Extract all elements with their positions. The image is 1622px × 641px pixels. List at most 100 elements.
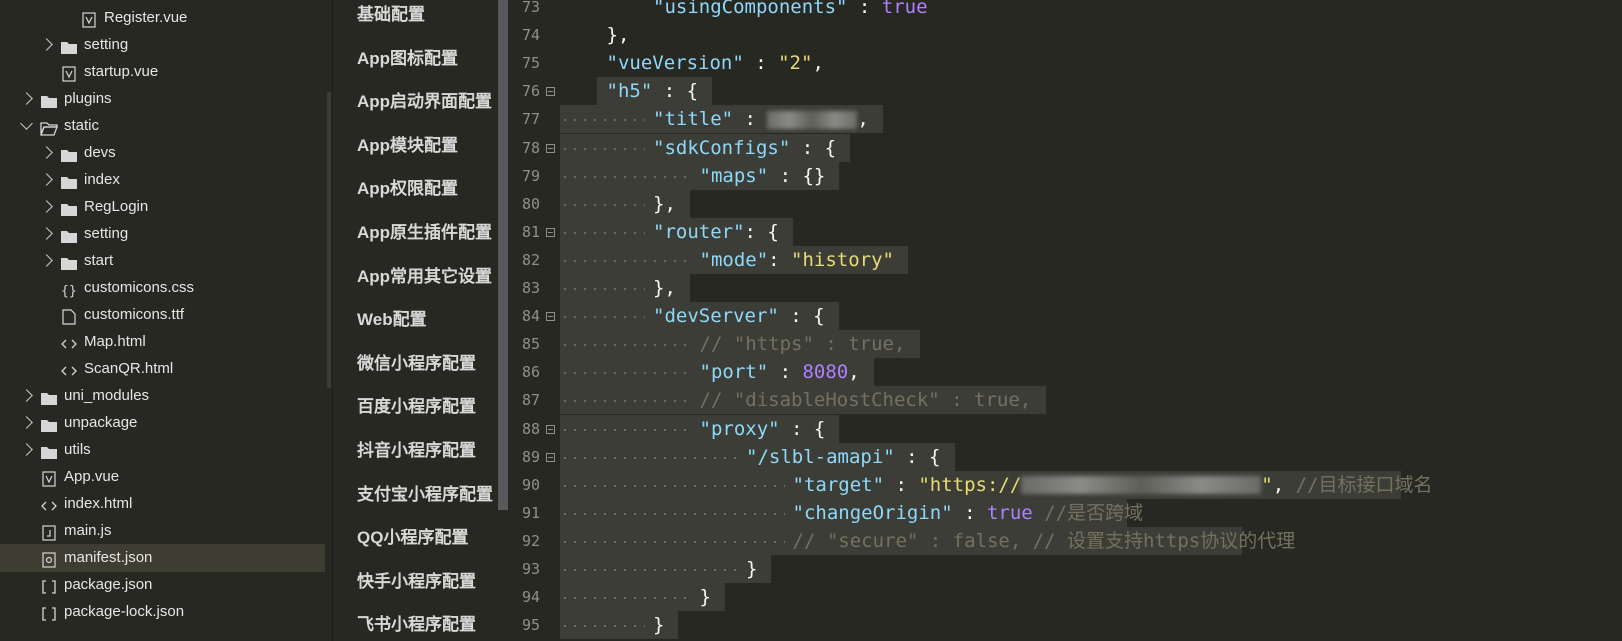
fold-toggle-icon[interactable] xyxy=(546,143,555,153)
tree-folder[interactable]: start xyxy=(0,247,325,275)
code-line[interactable]: "vueVersion" : "2", xyxy=(607,49,824,77)
code-line[interactable]: "usingComponents" : true xyxy=(653,0,928,21)
settings-nav-item[interactable]: 抖音小程序配置 xyxy=(357,436,476,466)
tree-file[interactable]: manifest.json xyxy=(0,544,325,572)
code-line[interactable]: "port" : 8080, xyxy=(700,358,860,386)
chevron-right-icon[interactable] xyxy=(40,173,53,186)
chevron-right-icon[interactable] xyxy=(20,389,33,402)
tree-folder[interactable]: index xyxy=(0,166,325,194)
settings-nav-item[interactable]: App图标配置 xyxy=(357,44,458,74)
settings-nav-scrollbar[interactable] xyxy=(498,0,508,510)
code-line[interactable]: }, xyxy=(653,190,676,218)
folder-icon xyxy=(40,442,58,459)
settings-nav-item[interactable]: Web配置 xyxy=(357,305,427,335)
tree-file[interactable]: ScanQR.html xyxy=(0,355,325,383)
code-line[interactable]: "h5" : { xyxy=(607,77,699,105)
fold-toggle-icon[interactable] xyxy=(546,227,555,237)
folder-icon xyxy=(40,388,58,405)
settings-nav-item[interactable]: App启动界面配置 xyxy=(357,87,492,117)
vue-file-icon xyxy=(40,469,58,487)
settings-nav-item[interactable]: App常用其它设置 xyxy=(357,262,492,292)
settings-nav-item[interactable]: App权限配置 xyxy=(357,174,458,204)
chevron-right-icon[interactable] xyxy=(40,254,53,267)
code-line[interactable]: "mode": "history" xyxy=(700,246,894,274)
settings-nav-item[interactable]: 支付宝小程序配置 xyxy=(357,480,493,510)
tree-item-label: main.js xyxy=(64,522,112,539)
code-line[interactable]: } xyxy=(653,611,664,639)
code-line[interactable]: // "disableHostCheck" : true, xyxy=(700,386,1032,414)
chevron-right-icon[interactable] xyxy=(40,38,53,51)
settings-nav-item[interactable]: App原生插件配置 xyxy=(357,218,492,248)
code-line[interactable]: "maps" : {} xyxy=(700,162,826,190)
tree-file[interactable]: {} customicons.css xyxy=(0,274,325,302)
tree-folder[interactable]: devs xyxy=(0,139,325,167)
code-token: // "disableHostCheck" : true, xyxy=(699,389,1032,412)
tree-item-label: package.json xyxy=(64,576,153,593)
redacted-text xyxy=(767,110,858,129)
tree-item-label: static xyxy=(64,117,100,134)
settings-nav-item[interactable]: QQ小程序配置 xyxy=(357,523,468,553)
code-line[interactable]: } xyxy=(700,583,711,611)
code-line[interactable]: "proxy" : { xyxy=(700,415,826,443)
fold-toggle-icon[interactable] xyxy=(546,424,555,434)
chevron-right-icon[interactable] xyxy=(40,227,53,240)
code-line[interactable]: "router": { xyxy=(653,218,779,246)
code-line[interactable]: // "secure" : false, // 设置支持https协议的代理 xyxy=(793,527,1296,555)
chevron-right-icon[interactable] xyxy=(40,146,53,159)
tree-folder[interactable]: setting xyxy=(0,31,325,59)
fold-toggle-icon[interactable] xyxy=(546,312,555,322)
code-line[interactable]: } xyxy=(746,555,757,583)
tree-file[interactable]: main.js xyxy=(0,517,325,545)
tree-file[interactable]: startup.vue xyxy=(0,58,325,86)
code-line[interactable]: }, xyxy=(653,274,676,302)
code-line[interactable]: "title" : , xyxy=(653,105,869,133)
fold-toggle-icon[interactable] xyxy=(546,452,555,462)
code-token: : xyxy=(847,0,882,18)
code-line[interactable]: "/slbl-amapi" : { xyxy=(746,443,940,471)
code-line[interactable]: // "https" : true, xyxy=(700,330,906,358)
whitespace-markers xyxy=(560,625,645,628)
tree-file[interactable]: package.json xyxy=(0,571,325,599)
chevron-right-icon[interactable] xyxy=(20,416,33,429)
tree-folder[interactable]: utils xyxy=(0,436,325,464)
tree-folder[interactable]: unpackage xyxy=(0,409,325,437)
code-line[interactable]: "changeOrigin" : true //是否跨域 xyxy=(793,499,1144,527)
code-line[interactable]: }, xyxy=(607,21,630,49)
settings-nav-item[interactable]: 微信小程序配置 xyxy=(357,349,476,379)
settings-nav-item[interactable]: App模块配置 xyxy=(357,131,458,161)
tree-file[interactable]: Map.html xyxy=(0,328,325,356)
tree-file[interactable]: package-lock.json xyxy=(0,598,325,626)
code-line[interactable]: "target" : "https:// ", //目标接口域名 xyxy=(793,471,1433,499)
tree-folder[interactable]: RegLogin xyxy=(0,193,325,221)
tree-file[interactable]: index.html xyxy=(0,490,325,518)
code-line[interactable]: "devServer" : { xyxy=(653,302,825,330)
folder-icon xyxy=(60,226,78,243)
tree-file[interactable]: customicons.ttf xyxy=(0,301,325,329)
tree-folder[interactable]: static xyxy=(0,112,325,140)
vue-file-icon xyxy=(80,10,98,28)
settings-nav-item[interactable]: 快手小程序配置 xyxy=(357,567,476,597)
tree-folder[interactable]: uni_modules xyxy=(0,382,325,410)
chevron-right-icon[interactable] xyxy=(20,92,33,105)
code-token: : { xyxy=(778,305,825,328)
settings-nav-item[interactable]: 飞书小程序配置 xyxy=(357,610,476,640)
tree-folder[interactable]: plugins xyxy=(0,85,325,113)
tree-folder[interactable]: setting xyxy=(0,220,325,248)
tree-file[interactable]: App.vue xyxy=(0,463,325,491)
tree-item-label: setting xyxy=(84,36,129,53)
chevron-down-icon[interactable] xyxy=(20,117,33,130)
chevron-right-icon[interactable] xyxy=(40,200,53,213)
tree-item-label: RegLogin xyxy=(84,198,149,215)
file-tree-scrollbar[interactable] xyxy=(327,92,331,388)
whitespace-markers xyxy=(560,288,645,290)
chevron-right-icon[interactable] xyxy=(20,443,33,456)
settings-nav-item[interactable]: 基础配置 xyxy=(357,0,425,30)
code-editor[interactable]: 73 "usingComponents" : true 74}, 75 "vueVers… xyxy=(508,0,1622,641)
tree-file[interactable]: Register.vue xyxy=(0,4,325,32)
code-line[interactable]: "sdkConfigs" : { xyxy=(653,134,836,162)
code-token: // "secure" : false, // 设置支持https协议的代理 xyxy=(792,529,1296,552)
code-token: "router" xyxy=(653,220,745,243)
fold-toggle-icon[interactable] xyxy=(546,87,555,97)
settings-nav-item[interactable]: 百度小程序配置 xyxy=(357,392,476,422)
